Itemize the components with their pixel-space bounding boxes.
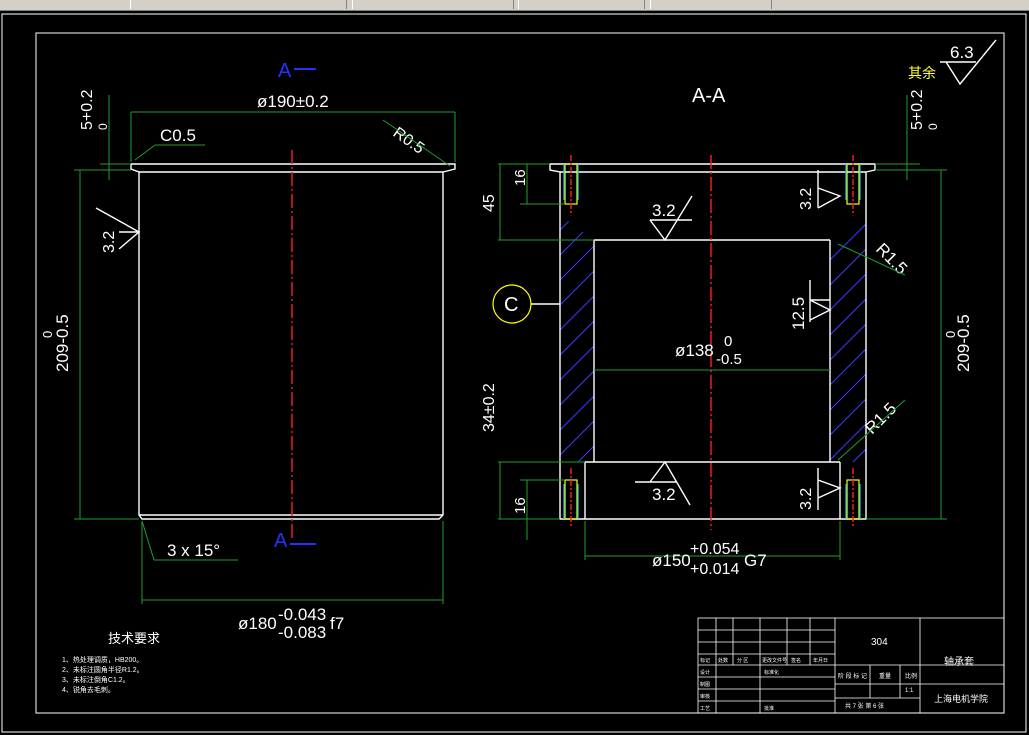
school-name: 上海电机学院 xyxy=(934,693,988,704)
dim-34: 34±0.2 xyxy=(481,383,498,432)
dim-height-right-upper: 0 xyxy=(943,331,958,338)
row-label-0: 标记 xyxy=(700,657,710,664)
dim-od-lower: +0.014 xyxy=(690,561,739,578)
dim-45: 45 xyxy=(481,194,498,212)
document-tab-1[interactable] xyxy=(130,0,347,9)
std-label: 标准化 xyxy=(764,669,779,676)
review-label: 审核 xyxy=(700,693,710,700)
dim-16-bottom: 16 xyxy=(512,497,529,514)
dim-16-top: 16 xyxy=(512,169,529,186)
section-mark-bottom: A xyxy=(274,530,288,552)
dim-flange-tol-left-b: 0 xyxy=(96,123,110,130)
threaded-hole-bottom-left xyxy=(563,468,579,528)
row-label-4: 签名 xyxy=(791,657,801,664)
dim-bore-upper: 0 xyxy=(724,333,732,350)
scale-value: 1:1 xyxy=(905,688,914,694)
rough-right-mid: 12.5 xyxy=(789,297,808,330)
document-tab-4[interactable] xyxy=(650,0,772,9)
bushing-outline xyxy=(130,163,456,520)
dim-bore-main: ø138 xyxy=(675,341,714,360)
dim-chamfer-top: C0.5 xyxy=(160,126,196,145)
stage-mark-label: 阶 段 标 记 xyxy=(838,672,867,680)
scale-label: 比例 xyxy=(905,672,917,680)
part-name: 轴承套 xyxy=(944,655,974,668)
document-tab-2[interactable] xyxy=(352,0,514,9)
rough-right-bottom: 3.2 xyxy=(798,488,815,510)
dim-top-diameter: ø190±0.2 xyxy=(257,92,329,111)
section-title: A-A xyxy=(692,85,726,107)
dim-chamfer-bottom: 3 x 15° xyxy=(167,541,220,560)
section-mark-top: A xyxy=(278,60,292,82)
note-2: 2、未标注圆角半径R1.2。 xyxy=(62,665,144,674)
detail-callout-label: C xyxy=(504,294,518,316)
rough-general-value: 6.3 xyxy=(950,43,974,62)
hatch-left-wall xyxy=(560,215,594,462)
rough-center-bottom: 3.2 xyxy=(652,485,676,504)
technical-requirements: 技术要求 1、热处理调质，HB200。 2、未标注圆角半径R1.2。 3、未标注… xyxy=(62,631,160,694)
process-label: 工艺 xyxy=(700,706,710,712)
dim-radius-top: R0.5 xyxy=(390,124,428,157)
dim-od-fit: G7 xyxy=(744,551,767,570)
general-roughness: 6.3 其余 xyxy=(908,39,997,86)
hatch-right-wall xyxy=(830,215,866,462)
dim-height-left-upper: 0 xyxy=(40,331,55,338)
designer-label: 设计 xyxy=(700,669,710,676)
dim-flange-tol-right-b: 0 xyxy=(926,123,940,130)
note-3: 3、未标注倒角C1.2。 xyxy=(62,675,130,684)
approve-label: 批准 xyxy=(764,705,774,712)
note-1: 1、热处理调质，HB200。 xyxy=(62,655,143,664)
dim-bottom-dia-tol-lower: -0.083 xyxy=(278,623,326,642)
dim-bore-lower: -0.5 xyxy=(716,351,742,368)
note-4: 4、锐角去毛刺。 xyxy=(62,685,115,694)
check-label: 制图 xyxy=(700,681,710,688)
dim-od-upper: +0.054 xyxy=(690,541,739,558)
row-label-5: 年月日 xyxy=(813,657,828,664)
threaded-hole-top-right xyxy=(845,155,861,215)
dim-height-left: 209-0.5 xyxy=(53,314,72,372)
drawing-number: 304 xyxy=(871,637,888,648)
threaded-hole-bottom-right xyxy=(845,468,861,528)
dim-flange-tol-right-a: 5+0.2 xyxy=(909,89,926,130)
row-label-3: 更改文件号 xyxy=(762,657,787,664)
dim-bottom-dia-tol-upper: -0.043 xyxy=(278,605,326,624)
notes-title: 技术要求 xyxy=(108,631,160,646)
left-view: A A ø190±0.2 C0.5 R0.5 5+0.2 0 209-0.5 0… xyxy=(40,60,456,642)
rough-center-top: 3.2 xyxy=(652,201,676,220)
dim-bottom-dia-fit: f7 xyxy=(330,614,344,633)
sheet-outer-border xyxy=(1,13,1027,733)
section-view: A-A 45 16 34±0.2 16 C 3.2 3.2 R1.5 12.5 … xyxy=(481,85,973,578)
row-label-1: 处数 xyxy=(718,657,728,664)
radius-right-bottom: R1.5 xyxy=(861,399,900,438)
rough-left: 3.2 xyxy=(101,231,118,253)
document-tab-3[interactable] xyxy=(518,0,645,9)
row-label-2: 分 区 xyxy=(737,657,748,664)
threaded-hole-top-left xyxy=(563,155,579,215)
cad-drawing-canvas[interactable]: A A ø190±0.2 C0.5 R0.5 5+0.2 0 209-0.5 0… xyxy=(0,10,1029,735)
rough-general-note: 其余 xyxy=(908,65,936,81)
dim-height-right: 209-0.5 xyxy=(954,314,973,372)
weight-label: 重量 xyxy=(879,672,891,680)
sheet-count: 共 7 张 第 6 张 xyxy=(845,702,884,710)
dim-od-main: ø150 xyxy=(652,551,691,570)
dim-bottom-dia-main: ø180 xyxy=(238,614,277,633)
radius-right-top: R1.5 xyxy=(872,239,911,278)
title-block: 304 轴承套 上海电机学院 阶 段 标 记 重量 比例 1:1 共 7 张 第… xyxy=(697,617,1005,714)
dim-flange-tol-left-a: 5+0.2 xyxy=(79,89,96,130)
rough-right-top: 3.2 xyxy=(798,188,815,210)
